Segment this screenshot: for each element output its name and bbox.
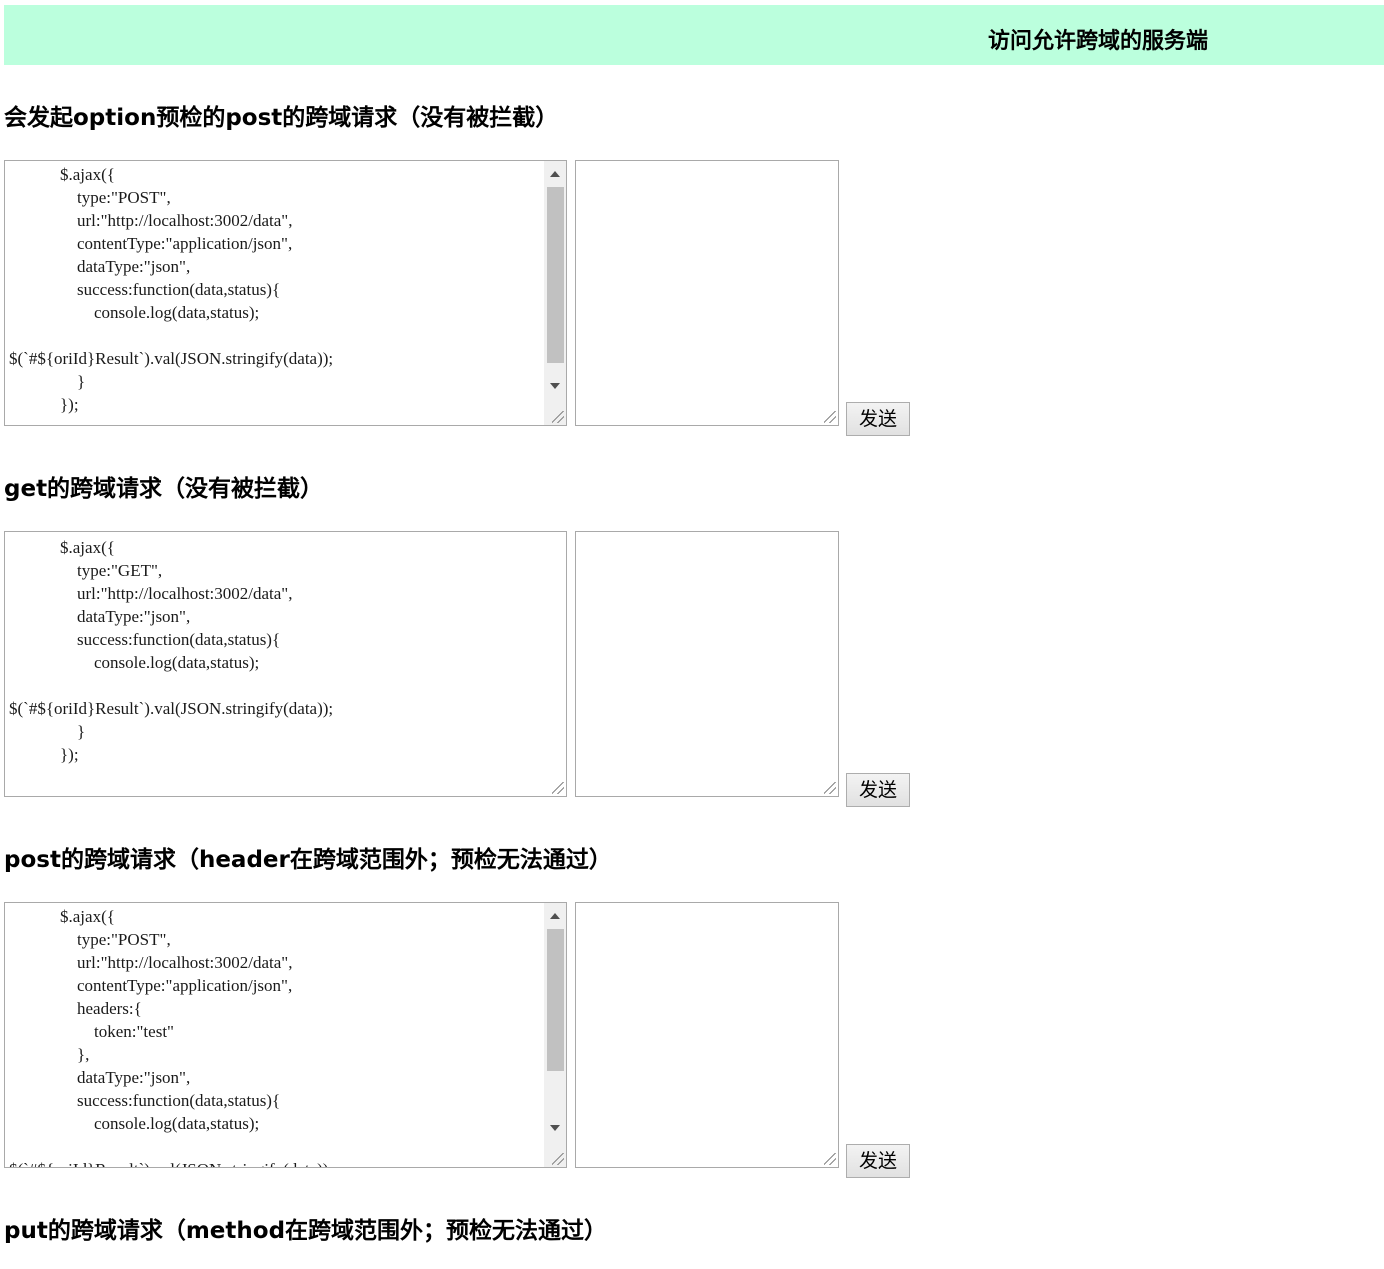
- scroll-up-arrow-icon[interactable]: [550, 171, 560, 177]
- scroll-down-arrow-icon[interactable]: [550, 383, 560, 389]
- code-textarea-post-preflight[interactable]: $.ajax({ type:"POST", url:"http://localh…: [4, 160, 567, 426]
- send-button[interactable]: 发送: [846, 402, 910, 436]
- resize-grip-icon[interactable]: [824, 1153, 836, 1165]
- vertical-scrollbar[interactable]: [544, 161, 566, 425]
- resize-grip-icon[interactable]: [552, 1153, 564, 1165]
- send-button[interactable]: 发送: [846, 1144, 910, 1178]
- resize-grip-icon[interactable]: [824, 411, 836, 423]
- result-textarea-post-header[interactable]: [575, 902, 839, 1168]
- resize-grip-icon[interactable]: [552, 411, 564, 423]
- code-textarea-get[interactable]: $.ajax({ type:"GET", url:"http://localho…: [4, 531, 567, 797]
- code-content: $.ajax({ type:"POST", url:"http://localh…: [9, 165, 334, 414]
- code-content: $.ajax({ type:"GET", url:"http://localho…: [9, 538, 334, 764]
- page-header: 访问允许跨域的服务端: [4, 5, 1384, 65]
- resize-grip-icon[interactable]: [824, 782, 836, 794]
- scrollbar-thumb[interactable]: [547, 929, 564, 1071]
- scrollbar-thumb[interactable]: [547, 187, 564, 363]
- resize-grip-icon[interactable]: [552, 782, 564, 794]
- page-title: 访问允许跨域的服务端: [988, 29, 1209, 54]
- code-textarea-post-header[interactable]: $.ajax({ type:"POST", url:"http://localh…: [4, 902, 567, 1168]
- scroll-up-arrow-icon[interactable]: [550, 913, 560, 919]
- result-textarea-post-preflight[interactable]: [575, 160, 839, 426]
- section-title-post-preflight: 会发起option预检的post的跨域请求（没有被拦截）: [4, 105, 559, 131]
- vertical-scrollbar[interactable]: [544, 903, 566, 1167]
- send-button[interactable]: 发送: [846, 773, 910, 807]
- section-title-post-header: post的跨域请求（header在跨域范围外；预检无法通过）: [4, 847, 612, 873]
- section-title-get: get的跨域请求（没有被拦截）: [4, 476, 324, 502]
- section-title-put: put的跨域请求（method在跨域范围外；预检无法通过）: [4, 1218, 608, 1244]
- code-content: $.ajax({ type:"POST", url:"http://localh…: [9, 907, 333, 1167]
- scroll-down-arrow-icon[interactable]: [550, 1125, 560, 1131]
- result-textarea-get[interactable]: [575, 531, 839, 797]
